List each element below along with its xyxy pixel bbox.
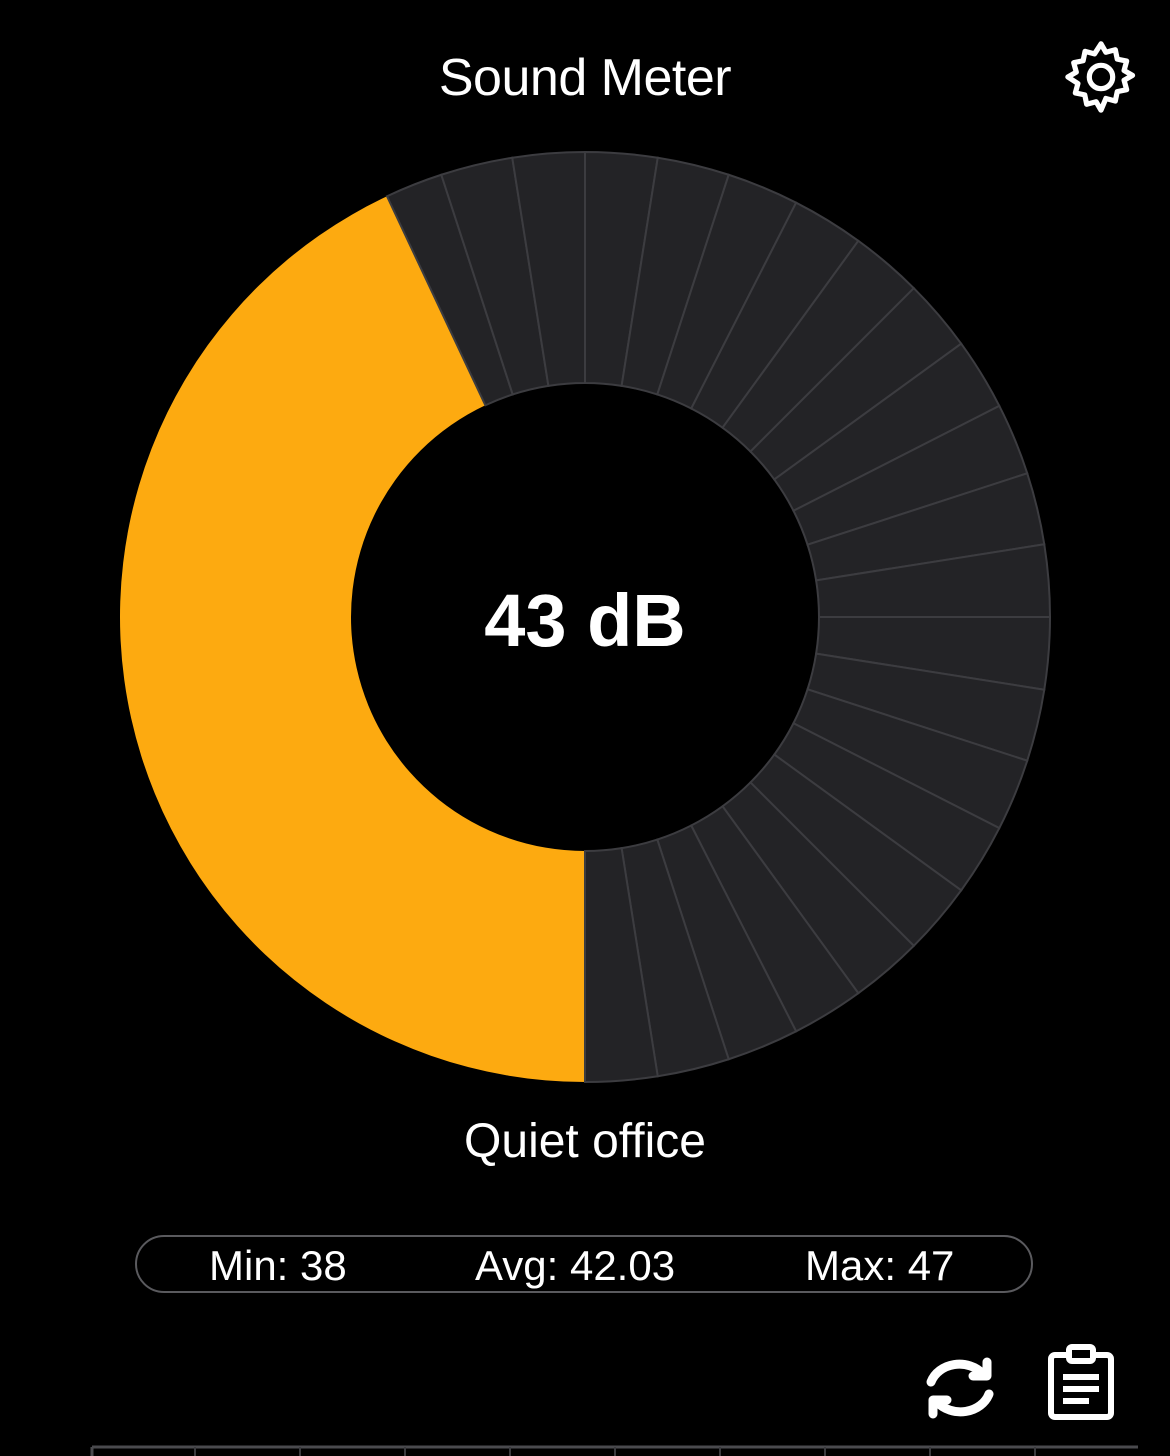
copy-to-clipboard-button[interactable] [1040,1340,1122,1424]
stat-max-label: Max: [805,1242,897,1289]
stat-avg: Avg: 42.03 [475,1242,675,1290]
stat-min-label: Min: [209,1242,289,1289]
stat-avg-label: Avg: [475,1242,559,1289]
noise-level-description: Quiet office [464,1115,706,1168]
stat-avg-value: 42.03 [569,1242,676,1289]
gauge-ring [119,150,1052,1084]
sound-level-gauge [0,0,1170,1100]
refresh-icon [926,1357,994,1419]
history-chart-top [90,1445,1138,1456]
stat-max: Max: 47 [805,1242,954,1290]
decibel-value: 43 dB [484,579,686,662]
stats-bar: Min: 38 Avg: 42.03 Max: 47 [135,1235,1033,1293]
reset-button[interactable] [914,1346,1006,1430]
clipboard-icon [1048,1344,1114,1420]
stat-max-value: 47 [907,1242,955,1289]
stat-min-value: 38 [300,1242,347,1289]
stat-min: Min: 38 [209,1242,347,1290]
